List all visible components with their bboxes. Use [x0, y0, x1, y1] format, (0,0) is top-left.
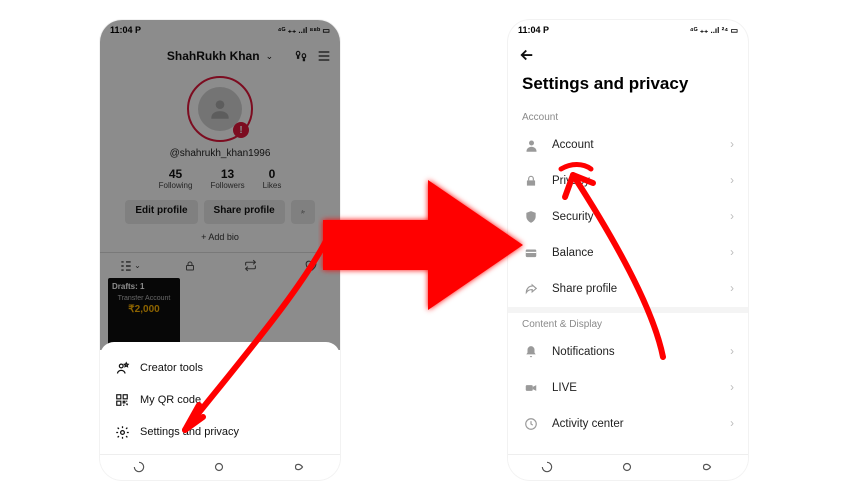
- nav-recents-icon[interactable]: [132, 460, 148, 476]
- nav-back-icon[interactable]: [292, 460, 308, 476]
- qr-icon: [114, 392, 130, 408]
- share-profile-button[interactable]: Share profile: [204, 200, 285, 224]
- profile-actions: Edit profile Share profile: [100, 200, 340, 224]
- settings-screen: 11:04 P ⁴ᴳ ₊₊ ..ıl ²⁴ ▭ Settings and pri…: [508, 20, 748, 480]
- nav-back-icon[interactable]: [700, 460, 716, 476]
- chevron-right-icon: ›: [730, 283, 734, 295]
- profile-body: ShahRukh Khan ⌄ ! @shahrukh_khan1996 45 …: [100, 40, 340, 374]
- add-friend-button[interactable]: [291, 200, 315, 224]
- row-balance[interactable]: Balance ›: [508, 235, 748, 271]
- tab-locked[interactable]: [160, 253, 220, 278]
- row-security[interactable]: Security ›: [508, 199, 748, 235]
- row-label: Security: [552, 211, 594, 223]
- hamburger-menu-icon[interactable]: [316, 48, 332, 64]
- profile-screen: 11:04 P ⁴ᴳ ₊₊ ..ıl ⁸⁸ᵇ ▭ ShahRukh Khan ⌄…: [100, 20, 340, 480]
- stat-followers[interactable]: 13 Followers: [210, 167, 244, 190]
- chevron-right-icon: ›: [730, 175, 734, 187]
- row-label: Share profile: [552, 283, 617, 295]
- stat-following[interactable]: 45 Following: [159, 167, 193, 190]
- chevron-right-icon: ›: [730, 211, 734, 223]
- system-nav-bar: [100, 454, 340, 480]
- sheet-label: Settings and privacy: [140, 426, 239, 438]
- row-account[interactable]: Account ›: [508, 127, 748, 163]
- bottom-sheet: Creator tools My QR code Settings and pr…: [100, 342, 340, 454]
- chevron-right-icon: ›: [730, 382, 734, 394]
- row-label: Activity center: [552, 418, 624, 430]
- add-bio-button[interactable]: + Add bio: [100, 232, 340, 242]
- row-privacy[interactable]: Privacy ›: [508, 163, 748, 199]
- row-label: Account: [552, 139, 594, 151]
- nav-recents-icon[interactable]: [540, 460, 556, 476]
- profile-stats: 45 Following 13 Followers 0 Likes: [100, 167, 340, 190]
- arrow-left-icon: [518, 46, 536, 64]
- sheet-settings-privacy[interactable]: Settings and privacy: [100, 416, 340, 448]
- section-header-content: Content & Display: [508, 313, 748, 334]
- avatar[interactable]: !: [187, 76, 253, 142]
- chevron-down-icon[interactable]: ⌄: [266, 51, 274, 62]
- row-activity-center[interactable]: Activity center ›: [508, 406, 748, 442]
- page-title: Settings and privacy: [508, 64, 748, 106]
- tab-feed[interactable]: ⌄: [100, 253, 160, 278]
- drafts-title: Drafts: 1: [112, 282, 176, 291]
- nav-home-icon[interactable]: [212, 460, 228, 476]
- row-notifications[interactable]: Notifications ›: [508, 334, 748, 370]
- gear-icon: [114, 424, 130, 440]
- row-label: Privacy: [552, 175, 590, 187]
- sheet-label: My QR code: [140, 394, 201, 406]
- nav-home-icon[interactable]: [620, 460, 636, 476]
- profile-handle: @shahrukh_khan1996: [100, 148, 340, 159]
- chevron-right-icon: ›: [730, 418, 734, 430]
- stat-likes[interactable]: 0 Likes: [263, 167, 282, 190]
- status-bar: 11:04 P ⁴ᴳ ₊₊ ..ıl ²⁴ ▭: [508, 20, 748, 40]
- drafts-amount: ₹2,000: [112, 304, 176, 315]
- row-label: Balance: [552, 247, 594, 259]
- transition-arrow-icon: [318, 170, 528, 320]
- status-time: 11:04 P: [518, 25, 549, 35]
- status-bar: 11:04 P ⁴ᴳ ₊₊ ..ıl ⁸⁸ᵇ ▭: [100, 20, 340, 40]
- tab-reposts[interactable]: [220, 253, 280, 278]
- bell-icon: [522, 343, 540, 361]
- chevron-right-icon: ›: [730, 247, 734, 259]
- row-share-profile[interactable]: Share profile ›: [508, 271, 748, 307]
- profile-header: ShahRukh Khan ⌄: [100, 44, 340, 68]
- status-time: 11:04 P: [110, 25, 141, 35]
- system-nav-bar: [508, 454, 748, 480]
- sheet-creator-tools[interactable]: Creator tools: [100, 352, 340, 384]
- back-button[interactable]: [508, 40, 748, 64]
- row-label: Notifications: [552, 346, 615, 358]
- edit-profile-button[interactable]: Edit profile: [125, 200, 197, 224]
- row-label: LIVE: [552, 382, 577, 394]
- row-live[interactable]: LIVE ›: [508, 370, 748, 406]
- video-icon: [522, 379, 540, 397]
- chevron-right-icon: ›: [730, 139, 734, 151]
- alert-badge-icon: !: [233, 122, 249, 138]
- section-header-account: Account: [508, 106, 748, 127]
- sheet-qr-code[interactable]: My QR code: [100, 384, 340, 416]
- status-indicators: ⁴ᴳ ₊₊ ..ıl ⁸⁸ᵇ ▭: [278, 26, 330, 35]
- drafts-line: Transfer Account: [112, 295, 176, 302]
- sheet-label: Creator tools: [140, 362, 203, 374]
- person-star-icon: [114, 360, 130, 376]
- profile-name[interactable]: ShahRukh Khan: [167, 49, 260, 63]
- person-icon: [522, 136, 540, 154]
- clock-icon: [522, 415, 540, 433]
- status-indicators: ⁴ᴳ ₊₊ ..ıl ²⁴ ▭: [690, 26, 738, 35]
- footsteps-icon[interactable]: [294, 49, 308, 63]
- chevron-right-icon: ›: [730, 346, 734, 358]
- content-tabs: ⌄: [100, 252, 340, 278]
